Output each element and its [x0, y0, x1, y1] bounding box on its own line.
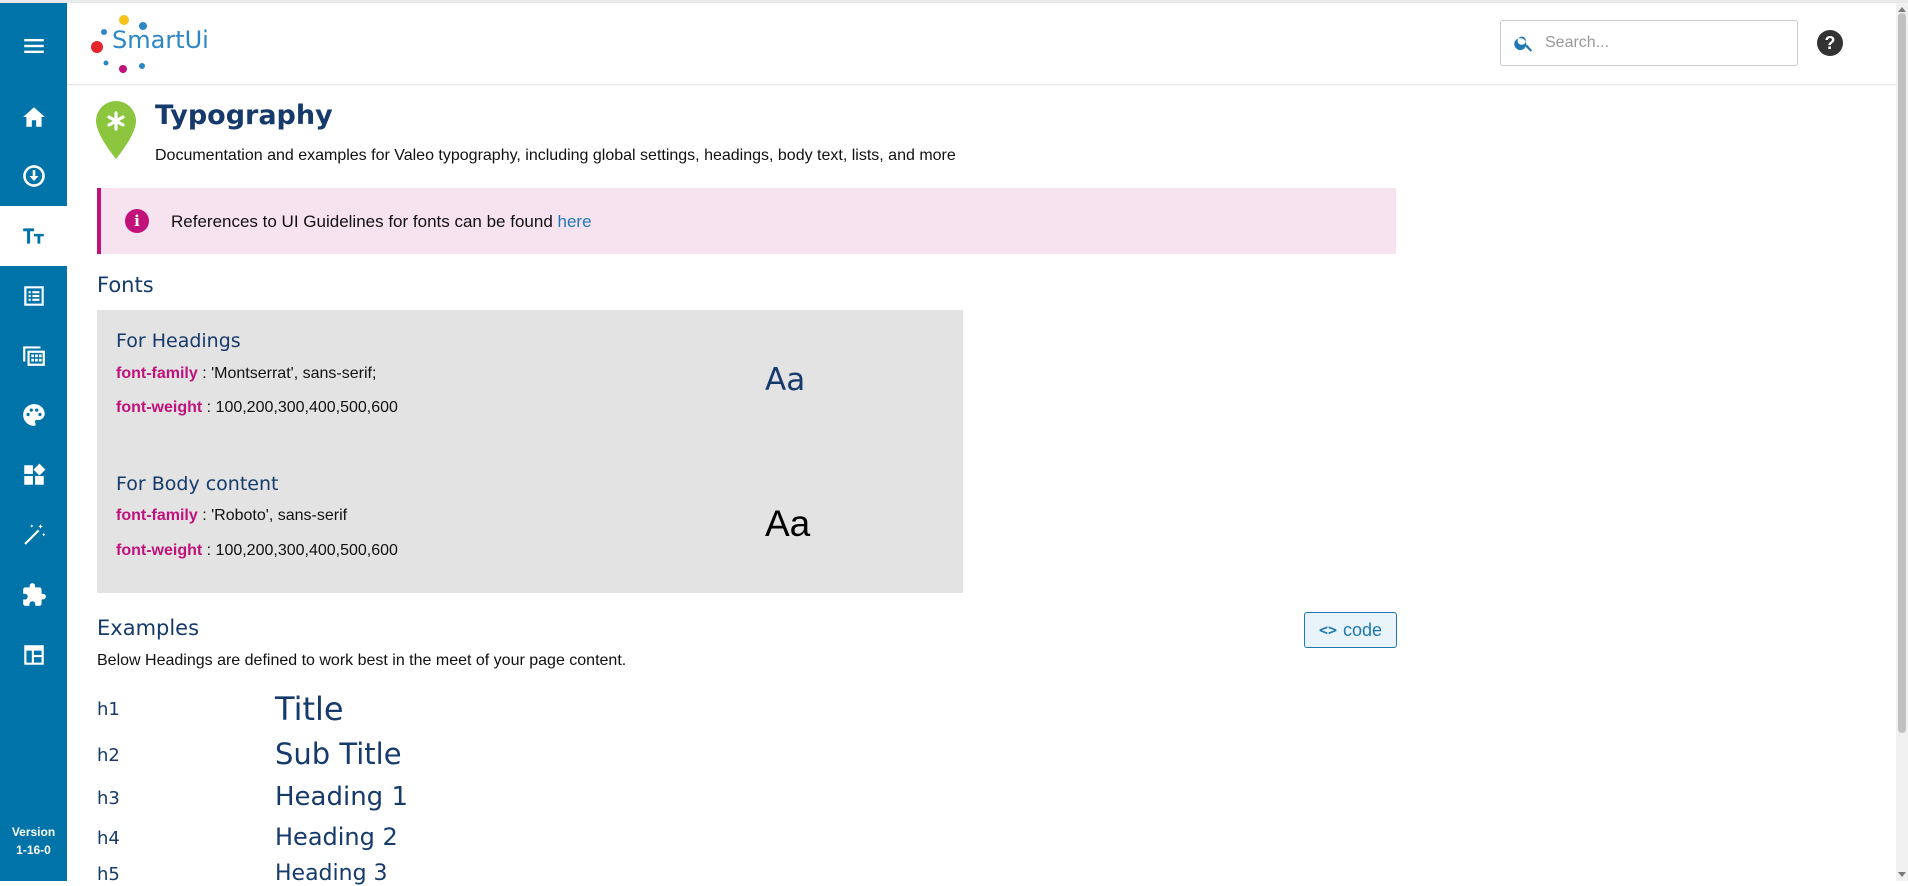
sidebar-item-widgets[interactable]: [0, 445, 67, 505]
info-icon: i: [125, 209, 149, 233]
fonts-section-title: Fonts: [97, 273, 154, 297]
text-size-icon: [22, 228, 44, 244]
heading-sample-h5: Heading 3: [275, 861, 388, 886]
code-icon: <>: [1318, 621, 1337, 639]
search-input[interactable]: [1543, 33, 1777, 53]
heading-tag-h4: h4: [97, 828, 120, 849]
heading-tag-h2: h2: [97, 745, 120, 766]
page-subtitle: Documentation and examples for Valeo typ…: [155, 147, 956, 164]
magic-wand-icon: [23, 524, 46, 545]
hamburger-icon: [23, 38, 44, 54]
sidebar-item-plugins[interactable]: [0, 565, 67, 625]
font-weight-key: font-weight: [116, 399, 203, 416]
home-icon: [22, 107, 45, 127]
examples-subtitle: Below Headings are defined to work best …: [97, 652, 627, 669]
palette-icon: [22, 404, 45, 426]
heading-tag-h3: h3: [97, 788, 120, 809]
sidebar-item-home[interactable]: [0, 87, 67, 147]
font-family-value: : 'Roboto', sans-serif: [197, 507, 348, 524]
heading-tag-h1: h1: [97, 699, 120, 720]
font-family-key: font-family: [116, 365, 198, 382]
version-label: Version: [11, 825, 56, 839]
table-layout-icon: [23, 645, 44, 665]
font-weight-key: font-weight: [116, 542, 203, 559]
guidelines-link[interactable]: here: [558, 212, 592, 231]
smartui-logo[interactable]: SmartUi: [88, 12, 228, 74]
help-icon[interactable]: ?: [1817, 30, 1843, 56]
sidebar-item-typography[interactable]: [0, 206, 67, 266]
examples-section-title: Examples: [97, 616, 200, 640]
widgets-icon: [23, 463, 45, 485]
alert-message: References to UI Guidelines for fonts ca…: [171, 212, 558, 231]
sidebar-item-installation[interactable]: [0, 146, 67, 206]
scroll-down-arrow-icon[interactable]: [1898, 872, 1906, 877]
download-circle-icon: [22, 165, 45, 187]
font-family-value: : 'Montserrat', sans-serif;: [197, 365, 377, 382]
puzzle-icon: [22, 583, 46, 606]
font-weight-value: : 100,200,300,400,500,600: [202, 399, 398, 416]
headings-font-family: font-family : 'Montserrat', sans-serif;: [116, 365, 376, 383]
sidebar-item-magic[interactable]: [0, 505, 67, 565]
body-font-weight: font-weight : 100,200,300,400,500,600: [116, 542, 398, 560]
page-scrollbar[interactable]: [1896, 3, 1908, 881]
font-family-key: font-family: [116, 507, 198, 524]
heading-sample-h2: Sub Title: [275, 737, 402, 771]
logo-text: SmartUi: [112, 26, 209, 54]
heading-tag-h5: h5: [97, 864, 120, 885]
body-font-family: font-family : 'Roboto', sans-serif: [116, 507, 347, 525]
headings-font-sample: Aa: [765, 362, 806, 398]
heading-sample-h3: Heading 1: [275, 782, 408, 812]
font-weight-value: : 100,200,300,400,500,600: [202, 542, 398, 559]
version-number: 1-16-0: [16, 843, 51, 857]
list-icon: [23, 286, 44, 306]
calendar-grid-icon: [22, 346, 45, 366]
sidebar-item-calendar[interactable]: [0, 325, 67, 385]
code-button-label: code: [1343, 619, 1383, 640]
body-font-sample: Aa: [765, 503, 811, 544]
heading-sample-h1: Title: [275, 690, 344, 728]
headings-font-weight: font-weight : 100,200,300,400,500,600: [116, 399, 398, 417]
code-button[interactable]: <> code: [1304, 612, 1397, 648]
typography-pin-icon: [96, 101, 136, 159]
alert-text: References to UI Guidelines for fonts ca…: [171, 212, 592, 232]
search-box[interactable]: [1500, 20, 1798, 66]
search-icon: [1514, 36, 1533, 52]
headings-font-title: For Headings: [116, 330, 241, 352]
info-alert: i References to UI Guidelines for fonts …: [97, 188, 1396, 254]
scrollbar-thumb[interactable]: [1898, 13, 1906, 733]
page-title: Typography: [155, 100, 333, 131]
app-version: Version 1-16-0: [0, 823, 67, 859]
scroll-up-arrow-icon[interactable]: [1898, 7, 1906, 12]
sidebar: Version 1-16-0: [0, 3, 67, 881]
heading-sample-h4: Heading 2: [275, 823, 398, 851]
sidebar-item-colors[interactable]: [0, 385, 67, 445]
sidebar-item-lists[interactable]: [0, 266, 67, 326]
sidebar-item-layout[interactable]: [0, 625, 67, 685]
sidebar-menu-toggle[interactable]: [0, 16, 67, 76]
body-font-title: For Body content: [116, 473, 279, 495]
fonts-panel: For Headings font-family : 'Montserrat',…: [97, 310, 963, 593]
